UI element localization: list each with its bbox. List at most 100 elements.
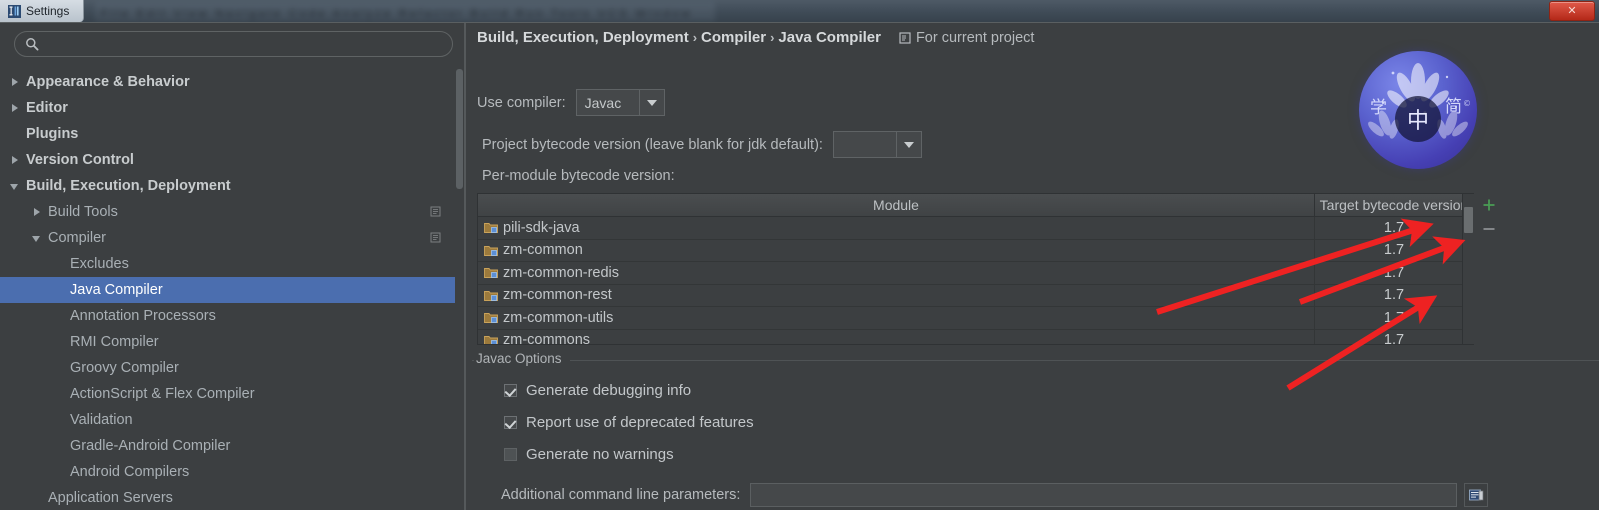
sidebar-item-version-control[interactable]: Version Control: [0, 147, 455, 173]
use-compiler-dropdown[interactable]: Javac: [575, 89, 665, 116]
breadcrumb: Build, Execution, Deployment › Compiler …: [477, 29, 1034, 46]
breadcrumb-item-1[interactable]: Build, Execution, Deployment: [477, 29, 689, 46]
chevron-right-icon[interactable]: [32, 207, 43, 218]
checkbox-report-deprecated[interactable]: Report use of deprecated features: [504, 414, 754, 431]
dialog-body: Appearance & Behavior Editor Plugins Versio…: [0, 22, 1599, 510]
ide-menubar-text: File Edit View Navigate Code Analyze Ref…: [101, 8, 693, 20]
expand-editor-icon: [1468, 489, 1484, 500]
settings-tree: Appearance & Behavior Editor Plugins Versio…: [0, 69, 455, 510]
use-compiler-row: Use compiler: Javac: [477, 89, 665, 116]
table-cell-module[interactable]: zm-commons: [478, 330, 1314, 344]
javac-options-group: Javac Options Generate debugging info Re…: [472, 351, 1599, 501]
checkbox-box[interactable]: [504, 448, 517, 461]
settings-content-pane: Build, Execution, Deployment › Compiler …: [466, 23, 1599, 510]
breadcrumb-item-2[interactable]: Compiler: [701, 29, 766, 46]
table-cell-target-bytecode[interactable]: 1.7: [1314, 329, 1473, 345]
table-cell-module[interactable]: pili-sdk-java: [478, 217, 1314, 239]
table-cell-module[interactable]: zm-common-utils: [478, 307, 1314, 329]
target-bytecode-value: 1.7: [1383, 332, 1405, 345]
expand-editor-button[interactable]: [1464, 483, 1489, 507]
remove-module-button[interactable]: [1477, 217, 1501, 241]
target-bytecode-value: 1.7: [1383, 287, 1405, 304]
module-folder-icon: [484, 313, 498, 324]
additional-params-input[interactable]: [750, 483, 1458, 507]
sidebar-item-excludes[interactable]: Excludes: [0, 251, 455, 277]
sidebar-item-gradle-android-compiler[interactable]: Gradle-Android Compiler: [0, 433, 455, 459]
sidebar-item-build-execution-deployment[interactable]: Build, Execution, Deployment: [0, 173, 455, 199]
module-folder-icon: [484, 335, 498, 344]
project-scope-icon: [899, 31, 911, 44]
sidebar-item-rmi-compiler[interactable]: RMI Compiler: [0, 329, 455, 355]
sidebar-item-compiler[interactable]: Compiler: [0, 225, 455, 251]
table-row[interactable]: zm-common-rest 1.7: [478, 284, 1473, 307]
additional-params-row: Additional command line parameters:: [501, 483, 1489, 507]
sidebar-item-application-servers[interactable]: Application Servers: [0, 485, 455, 510]
project-scope-label: For current project: [915, 29, 1035, 46]
sidebar-item-label: Application Servers: [48, 489, 173, 506]
table-row[interactable]: zm-common 1.7: [478, 239, 1473, 262]
sidebar-item-annotation-processors[interactable]: Annotation Processors: [0, 303, 455, 329]
checkbox-generate-no-warnings[interactable]: Generate no warnings: [504, 446, 674, 463]
module-scope-icon: [430, 232, 441, 243]
add-module-button[interactable]: [1477, 193, 1501, 217]
table-cell-target-bytecode[interactable]: 1.7: [1314, 217, 1473, 239]
table-cell-target-bytecode[interactable]: 1.7: [1314, 307, 1473, 329]
sidebar-item-actionscript-flex-compiler[interactable]: ActionScript & Flex Compiler: [0, 381, 455, 407]
project-bytecode-label: Project bytecode version (leave blank fo…: [482, 136, 823, 153]
chevron-right-icon[interactable]: [10, 155, 21, 166]
chevron-down-icon[interactable]: [895, 132, 921, 157]
module-scope-icon: [430, 206, 441, 217]
table-row[interactable]: zm-commons 1.7: [478, 329, 1473, 345]
window-close-button[interactable]: ✕: [1549, 1, 1595, 21]
chevron-down-icon[interactable]: [638, 90, 664, 115]
table-row[interactable]: zm-common-redis 1.7: [478, 262, 1473, 285]
sidebar-item-appearance-behavior[interactable]: Appearance & Behavior: [0, 69, 455, 95]
sidebar-item-validation[interactable]: Validation: [0, 407, 455, 433]
sidebar-item-android-compilers[interactable]: Android Compilers: [0, 459, 455, 485]
column-header-target-bytecode[interactable]: Target bytecode version: [1314, 194, 1473, 216]
plus-icon: [1483, 199, 1495, 211]
table-cell-target-bytecode[interactable]: 1.7: [1314, 262, 1473, 284]
settings-window-tab[interactable]: Settings: [0, 0, 85, 22]
table-cell-module[interactable]: zm-common-redis: [478, 262, 1314, 284]
chevron-down-icon[interactable]: [10, 181, 21, 192]
sidebar-scrollbar-thumb[interactable]: [456, 69, 463, 189]
chevron-right-icon[interactable]: [10, 77, 21, 88]
checkbox-generate-debugging-info[interactable]: Generate debugging info: [504, 382, 691, 399]
project-bytecode-dropdown[interactable]: [832, 131, 922, 158]
table-cell-target-bytecode[interactable]: 1.7: [1314, 284, 1473, 306]
sidebar-item-label: ActionScript & Flex Compiler: [70, 385, 255, 402]
column-header-module[interactable]: Module: [478, 194, 1314, 216]
search-box[interactable]: [14, 31, 453, 57]
minus-icon: [1483, 228, 1495, 230]
table-scrollbar[interactable]: [1462, 194, 1474, 344]
target-bytecode-value: 1.7: [1383, 309, 1405, 326]
sidebar-item-label: Editor: [26, 99, 68, 116]
table-row[interactable]: zm-common-utils 1.7: [478, 307, 1473, 330]
sidebar-item-plugins[interactable]: Plugins: [0, 121, 455, 147]
table-scrollbar-thumb[interactable]: [1464, 207, 1473, 233]
sidebar-item-label: Compiler: [48, 229, 107, 246]
chevron-right-icon[interactable]: [10, 103, 21, 114]
search-input[interactable]: [46, 35, 442, 53]
table-cell-module[interactable]: zm-common: [478, 240, 1314, 262]
checkbox-box[interactable]: [504, 384, 517, 397]
table-cell-target-bytecode[interactable]: 1.7: [1314, 239, 1473, 261]
intellij-icon: [8, 4, 21, 18]
sidebar-item-groovy-compiler[interactable]: Groovy Compiler: [0, 355, 455, 381]
sidebar-scrollbar[interactable]: [455, 69, 464, 510]
checkbox-box[interactable]: [504, 416, 517, 429]
module-name: zm-common-utils: [503, 309, 614, 326]
sidebar-item-editor[interactable]: Editor: [0, 95, 455, 121]
module-name: zm-common-rest: [503, 287, 612, 304]
table-row[interactable]: pili-sdk-java 1.7: [478, 217, 1473, 240]
sidebar-item-build-tools[interactable]: Build Tools: [0, 199, 455, 225]
table-cell-module[interactable]: zm-common-rest: [478, 285, 1314, 307]
module-folder-icon: [484, 268, 498, 279]
chevron-down-icon[interactable]: [32, 233, 43, 244]
sidebar-item-java-compiler[interactable]: Java Compiler: [0, 277, 455, 303]
use-compiler-label: Use compiler:: [477, 94, 566, 111]
project-bytecode-row: Project bytecode version (leave blank fo…: [482, 131, 922, 158]
